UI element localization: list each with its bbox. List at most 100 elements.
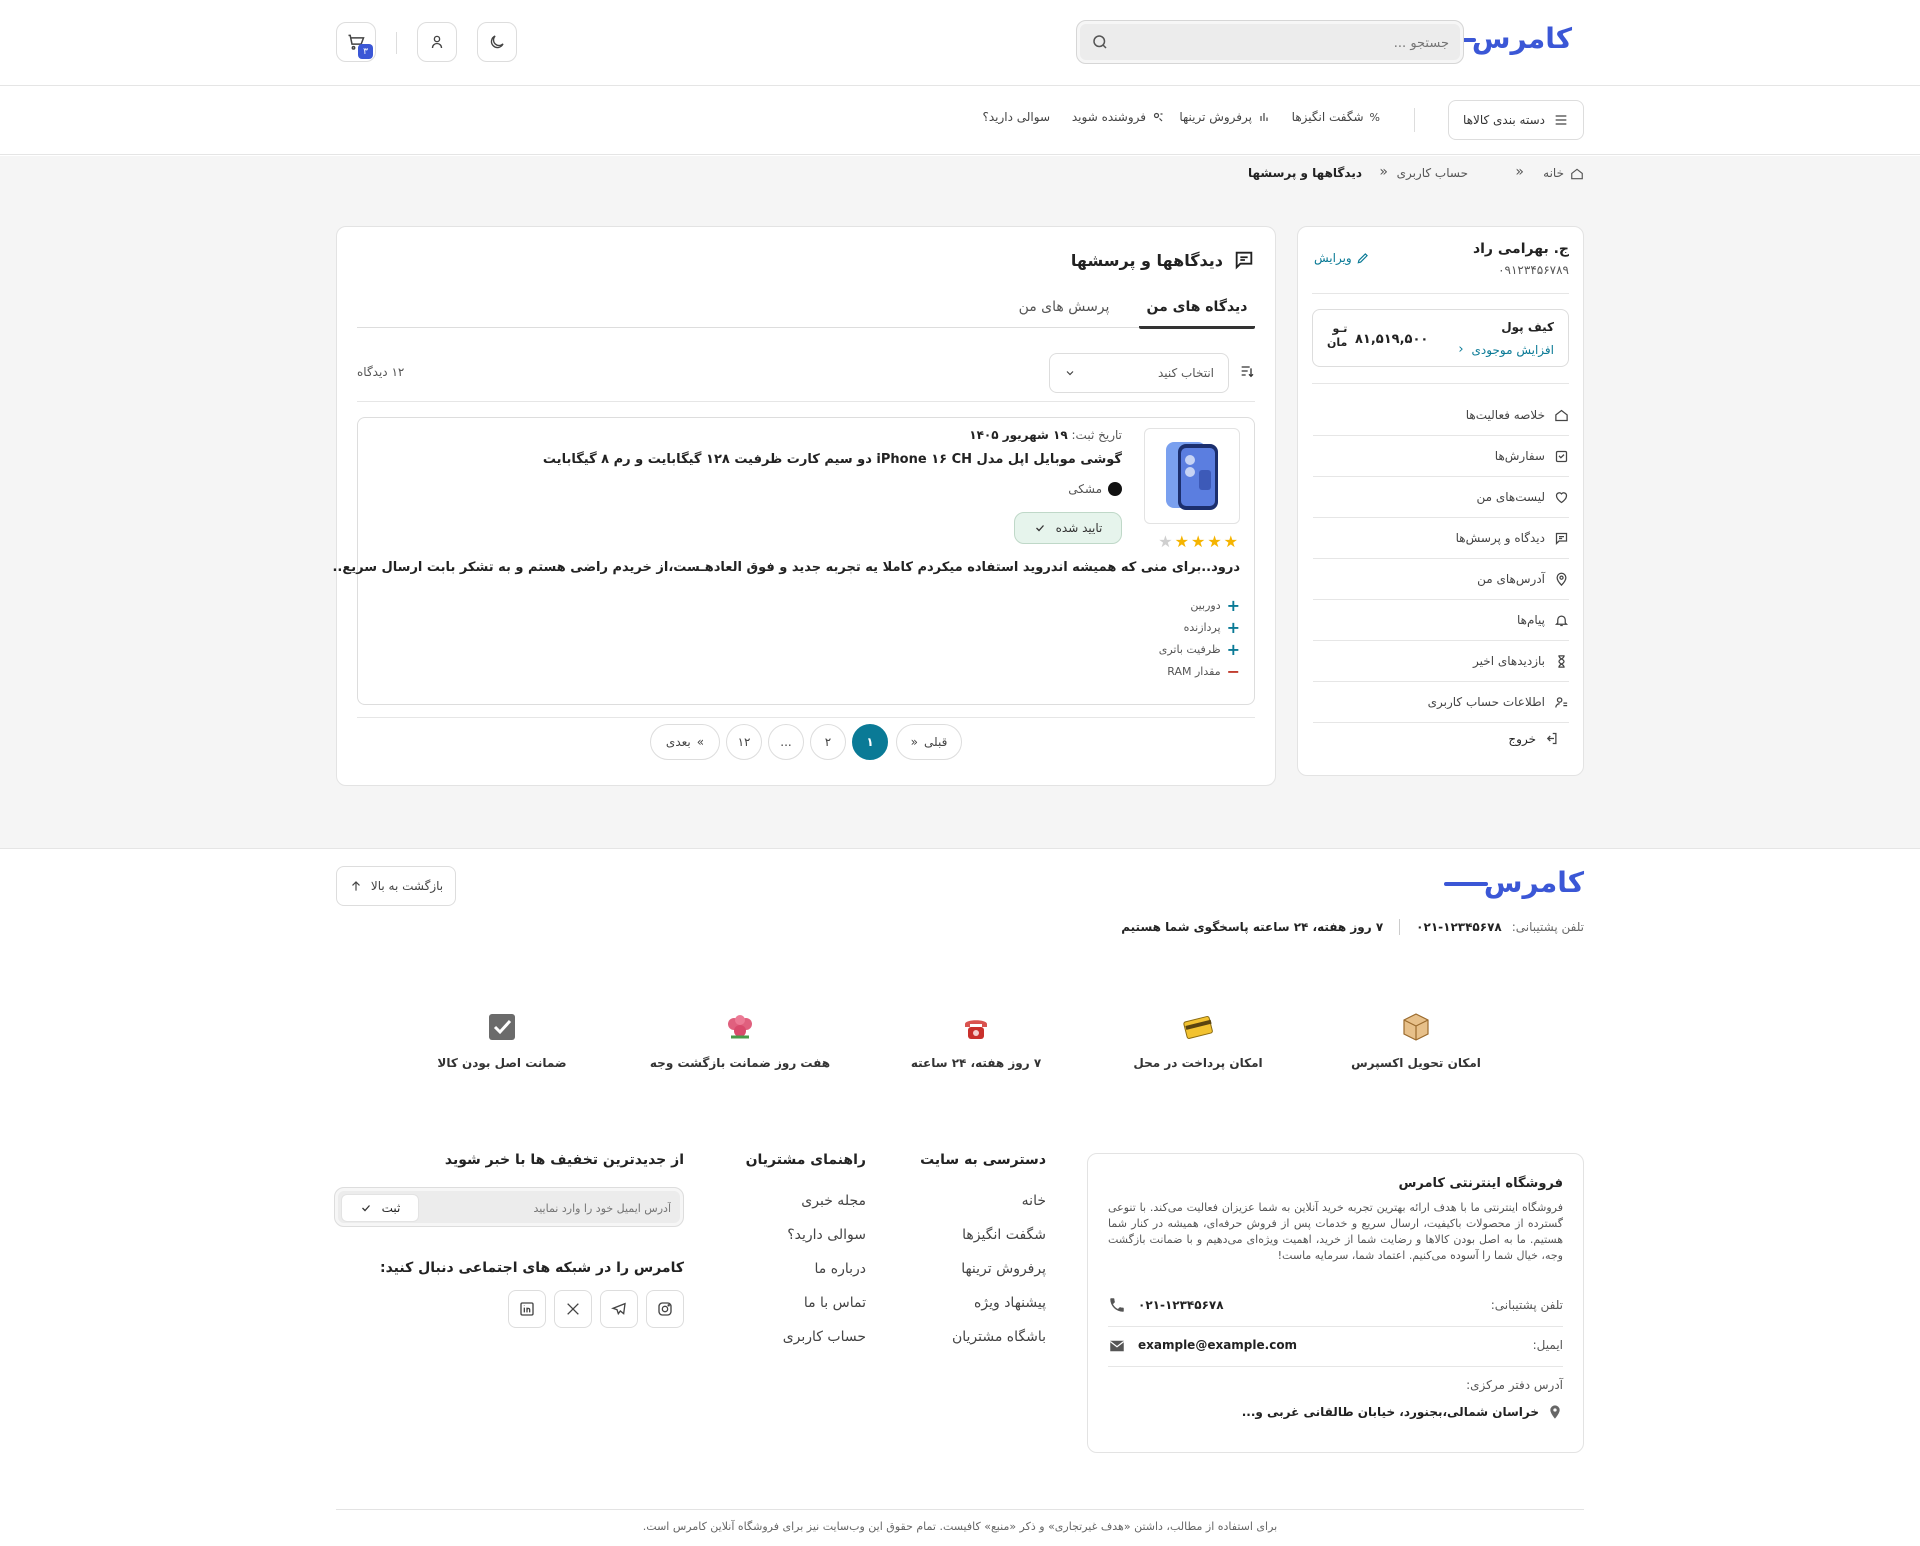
feature-support: ۷ روز هفته، ۲۴ ساعته: [876, 1010, 1076, 1070]
review-date-row: تاریخ ثبت: ۱۹ شهریور ۱۴۰۵: [969, 428, 1122, 442]
breadcrumb-home[interactable]: خانه: [1543, 166, 1564, 180]
check-icon: [360, 1202, 372, 1214]
color-swatch: [1108, 482, 1122, 496]
breadcrumb-account[interactable]: حساب کاربری: [1397, 166, 1468, 180]
card-icon: [1181, 1010, 1215, 1044]
newsletter-submit-button[interactable]: ثبت: [341, 1194, 419, 1222]
wallet-amount: ۸۱,۵۱۹,۵۰۰: [1355, 332, 1429, 347]
copyright: برای استفاده از مطالب، داشتن «هدف غیرتجا…: [642, 1520, 1278, 1533]
box-icon: [1399, 1010, 1433, 1044]
instagram-icon[interactable]: [646, 1290, 684, 1328]
tabs-underline: [357, 327, 1255, 328]
main-nav: دسته بندی کالاها % شگفت انگیزها پرفروش ت…: [0, 86, 1920, 155]
phone-product-icon: [1166, 442, 1218, 510]
telegram-icon[interactable]: [600, 1290, 638, 1328]
footer-link-special-offer[interactable]: پیشنهاد ویژه: [974, 1295, 1046, 1311]
reviews-panel: دیدگاهها و پرسشها دیدگاه های من پرسش های…: [332, 226, 1276, 786]
sidebar-item-orders[interactable]: سفارش‌ها: [1313, 436, 1569, 477]
footer-link-amazing[interactable]: شگفت انگیزها: [962, 1227, 1046, 1243]
site-header: کامرس ۳: [0, 0, 1920, 86]
sidebar-item-logout[interactable]: خروج: [1508, 731, 1559, 746]
rating-stars: ★ ★ ★ ★ ★: [1158, 532, 1238, 551]
chart-icon: [1258, 111, 1270, 123]
product-title[interactable]: گوشی موبایل اپل مدل iPhone ۱۶ CH دو سیم …: [543, 452, 1122, 467]
nav-link-faq[interactable]: سوالی دارید؟: [982, 110, 1050, 124]
home-icon[interactable]: [1570, 167, 1584, 181]
footer-link-blog[interactable]: مجله خبری: [801, 1193, 866, 1209]
plus-icon: +: [1226, 639, 1240, 659]
footer-link-account[interactable]: حساب کاربری: [783, 1329, 866, 1345]
search-bar[interactable]: [1076, 20, 1464, 64]
tab-my-questions[interactable]: پرسش های من: [1009, 299, 1119, 329]
filter-select[interactable]: انتخاب کنید: [1049, 353, 1229, 393]
footer-site-title: دسترسی به سایت: [920, 1152, 1046, 1168]
cart-button[interactable]: ۳: [336, 22, 376, 62]
tab-my-reviews[interactable]: دیدگاه های من: [1139, 299, 1255, 329]
check-icon: [485, 1010, 519, 1044]
pagination-page-2[interactable]: ۲: [810, 724, 846, 760]
contact-phone-row: تلفن پشتیبانی: ۰۲۱-۱۲۳۴۵۶۷۸: [1108, 1294, 1563, 1320]
double-chevron-right-icon: »: [696, 735, 705, 749]
reviews-count: ۱۲ دیدگاه: [357, 365, 405, 379]
sidebar-item-messages[interactable]: پیام‌ها: [1313, 600, 1569, 641]
percent-icon: %: [1369, 110, 1380, 124]
feature-money-back: هفت روز ضمانت بازگشت وجه: [640, 1010, 840, 1070]
hourglass-icon: [1553, 653, 1569, 669]
sidebar-item-lists[interactable]: لیست‌های من: [1313, 477, 1569, 518]
user-phone: ۰۹۱۲۳۴۵۶۷۸۹: [1498, 263, 1569, 277]
search-input[interactable]: [1129, 31, 1449, 55]
contact-email-row: ایمیل: example@example.com: [1108, 1334, 1563, 1360]
categories-button[interactable]: دسته بندی کالاها: [1448, 100, 1584, 140]
sidebar-item-summary[interactable]: خلاصه فعالیت‌ها: [1313, 395, 1569, 436]
star-filled-icon: ★: [1174, 532, 1189, 551]
chevron-down-icon: [1064, 367, 1076, 379]
sidebar-item-account-info[interactable]: اطلاعات حساب کاربری: [1313, 682, 1569, 723]
user-name: ج. بهرامی راد: [1472, 241, 1569, 257]
newsletter-email-input[interactable]: [471, 1198, 671, 1218]
footer-link-home[interactable]: خانه: [1022, 1193, 1046, 1209]
theme-toggle-button[interactable]: [477, 22, 517, 62]
pencil-icon: [1356, 251, 1370, 265]
orders-icon: [1553, 448, 1569, 464]
con-item: − مقدار RAM: [1167, 661, 1240, 681]
store-description: فروشگاه اینترنتی ما با هدف ارائه بهترین …: [1108, 1201, 1563, 1262]
social-title: کامرس را در شبکه های اجتماعی دنبال کنید:: [379, 1260, 684, 1276]
sidebar-item-addresses[interactable]: آدرس‌های من: [1313, 559, 1569, 600]
mail-icon: [1108, 1337, 1126, 1355]
seller-icon: [1152, 111, 1164, 123]
cart-count-badge: ۳: [358, 44, 373, 59]
product-image[interactable]: [1144, 428, 1240, 524]
footer-link-about[interactable]: درباره ما: [815, 1261, 866, 1277]
linkedin-icon[interactable]: [508, 1290, 546, 1328]
header-divider: [396, 32, 397, 54]
pagination-page-1[interactable]: ۱: [852, 724, 888, 760]
footer-link-contact[interactable]: تماس با ما: [804, 1295, 866, 1311]
breadcrumb-separator-icon: «: [1515, 164, 1524, 180]
address-label: آدرس دفتر مرکزی:: [1466, 1378, 1563, 1392]
nav-link-become-seller[interactable]: فروشنده شوید: [1072, 110, 1164, 124]
footer-link-club[interactable]: باشگاه مشتریان: [952, 1329, 1046, 1345]
search-icon[interactable]: [1091, 33, 1109, 51]
support-divider: [1399, 919, 1401, 935]
sidebar-item-reviews[interactable]: دیدگاه و پرسش‌ها: [1313, 518, 1569, 559]
plus-icon: +: [1226, 617, 1240, 637]
nav-link-amazing[interactable]: % شگفت انگیزها: [1292, 110, 1380, 124]
edit-profile-link[interactable]: ویرایش: [1314, 251, 1370, 265]
pagination-prev[interactable]: قبلی «: [896, 724, 962, 760]
footer-link-faq[interactable]: سوالی دارید؟: [787, 1227, 866, 1243]
page-title: دیدگاهها و پرسشها: [1070, 250, 1223, 270]
x-icon[interactable]: [554, 1290, 592, 1328]
footer-guide-title: راهنمای مشتریان: [745, 1152, 866, 1168]
account-button[interactable]: [417, 22, 457, 62]
footer-link-bestsellers[interactable]: پرفروش ترینها: [961, 1261, 1046, 1277]
footer-logo[interactable]: کامرس: [1443, 866, 1584, 899]
pagination-page-12[interactable]: ۱۲: [726, 724, 762, 760]
nav-link-bestsellers[interactable]: پرفروش ترینها: [1179, 110, 1270, 124]
sidebar-item-recent-views[interactable]: بازدیدهای اخیر: [1313, 641, 1569, 682]
sort-icon[interactable]: [1239, 363, 1255, 379]
back-to-top-button[interactable]: بازگشت به بالا: [336, 866, 456, 906]
pagination-next[interactable]: » بعدی: [650, 724, 720, 760]
info-divider: [1108, 1366, 1563, 1367]
wallet-topup-link[interactable]: افزایش موجودی ‹: [1458, 342, 1554, 357]
pro-item: + ظرفیت باتری: [1158, 639, 1240, 659]
